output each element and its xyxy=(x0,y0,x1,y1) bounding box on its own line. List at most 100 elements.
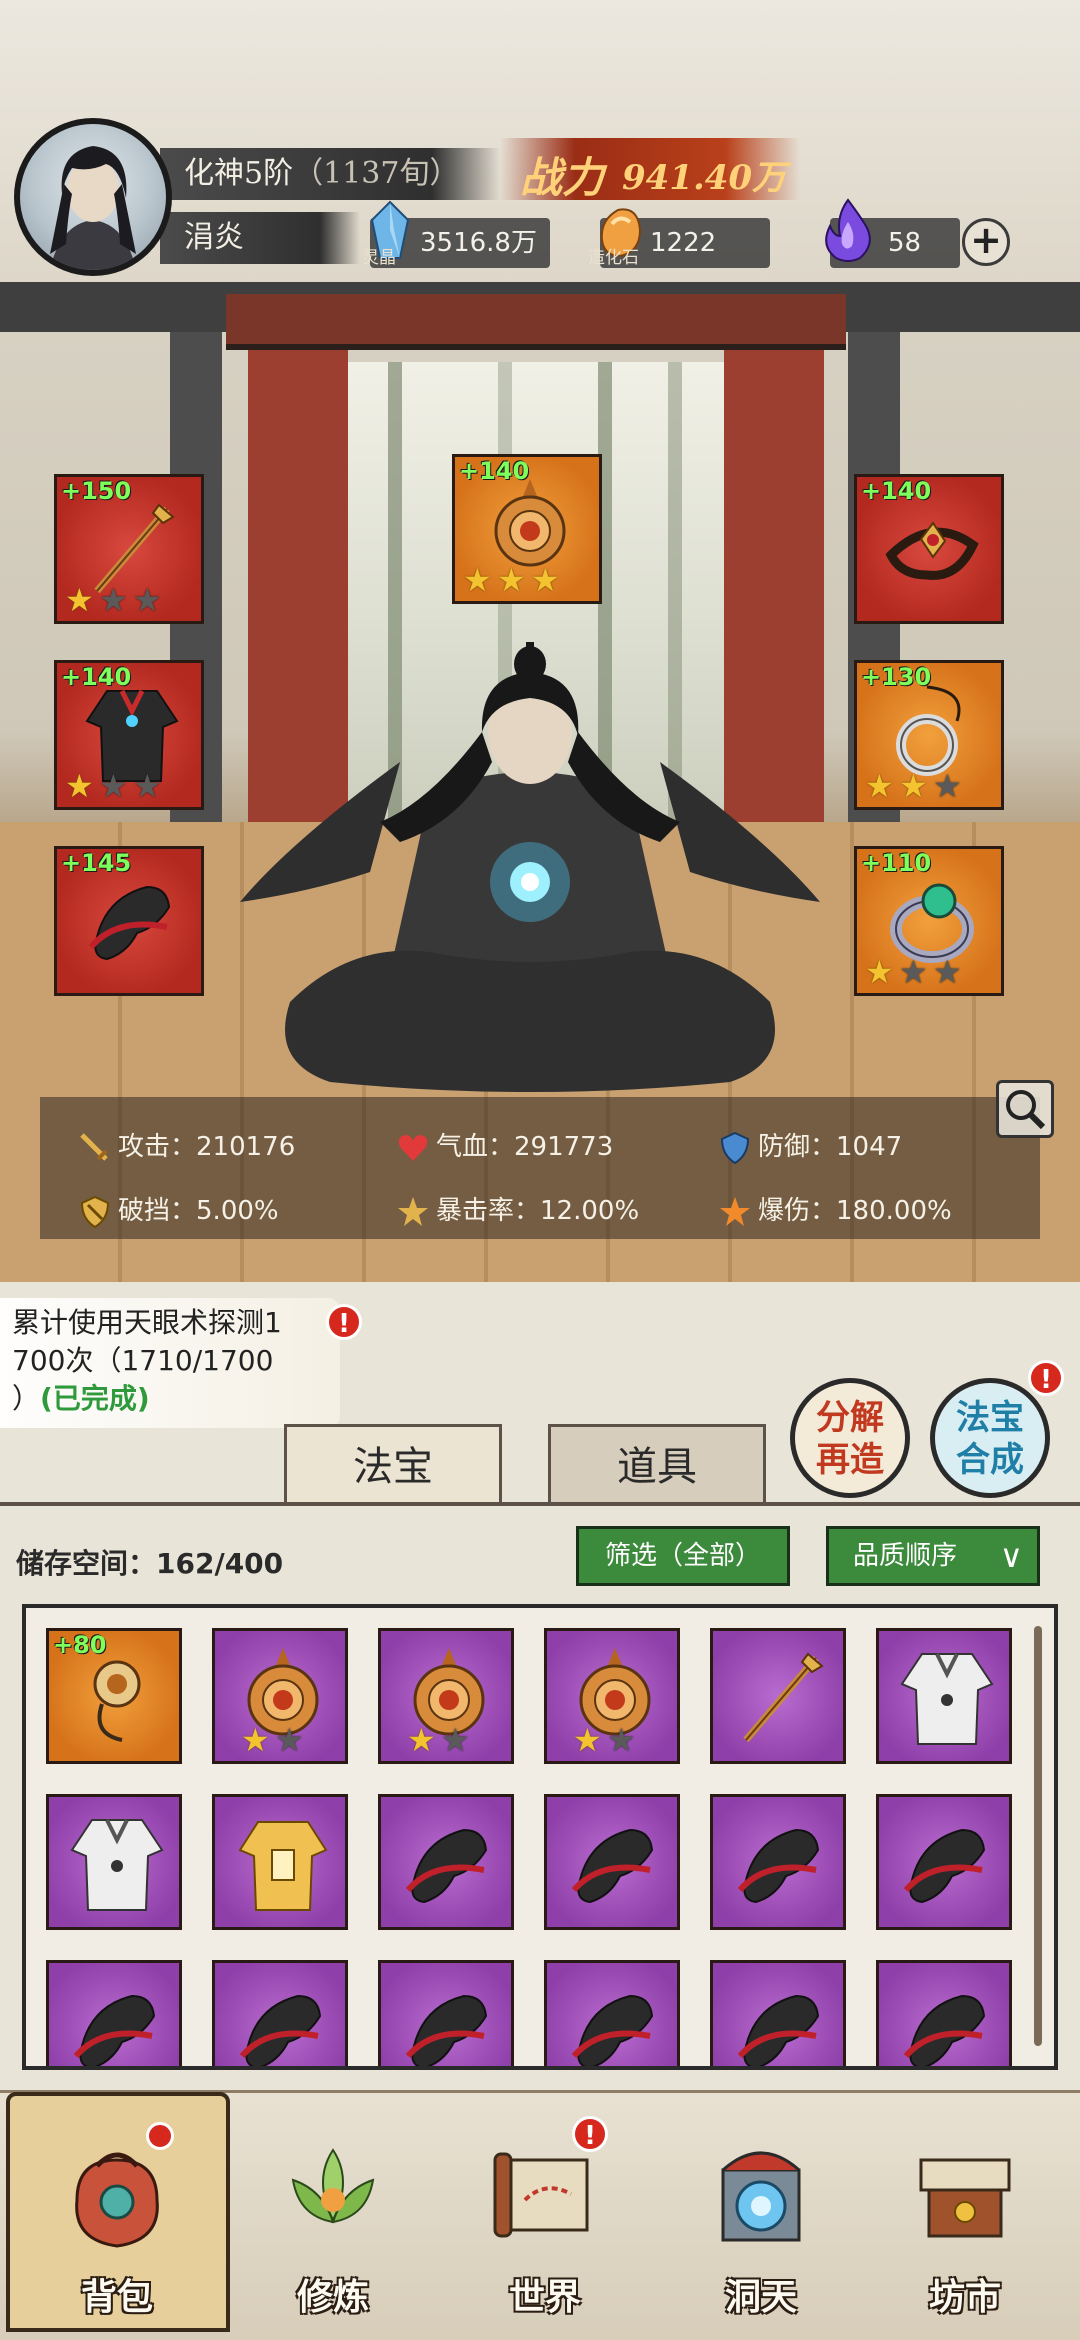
resource-zaohuashi: 1222 造化石 xyxy=(588,208,770,268)
nav-badge-alert: ! xyxy=(572,2116,608,2152)
equip-slot-weapon[interactable]: +150 ★ ★ ★ xyxy=(54,474,204,624)
inspect-button[interactable] xyxy=(996,1080,1054,1138)
stat-attack: 攻击：210176 xyxy=(78,1126,295,1165)
task-status: (已完成) xyxy=(40,1382,150,1415)
nav-badge-dot xyxy=(146,2122,174,2150)
star-rating: ★ ★ ★ xyxy=(65,767,162,805)
magnifier-icon xyxy=(1006,1090,1046,1130)
resource-value: 58 xyxy=(888,228,922,258)
market-icon xyxy=(919,2158,1011,2238)
stat-break: 破挡：5.00% xyxy=(78,1190,279,1229)
break-icon xyxy=(80,1195,110,1228)
meditating-cultivator[interactable] xyxy=(230,642,830,1102)
inventory-item[interactable] xyxy=(876,1960,1012,2066)
task-tracker[interactable]: 累计使用天眼术探测1 700次（1710/1700 ）(已完成) xyxy=(0,1298,340,1428)
inventory-item[interactable]: ★ ★ xyxy=(212,1628,348,1764)
star-rating: ★ ★ xyxy=(407,1721,470,1759)
equip-bonus: +140 xyxy=(861,477,932,505)
age-text: （1137旬） xyxy=(293,156,460,191)
decompose-button[interactable]: 分解 再造 xyxy=(790,1378,910,1498)
inventory-grid: +80 ★ ★ ★ ★ ★ ★ xyxy=(22,1604,1058,2070)
spirit-flame-icon xyxy=(825,198,871,262)
boots-icon xyxy=(903,1994,986,2066)
inventory-item[interactable]: ★ ★ xyxy=(544,1628,680,1764)
sword-icon xyxy=(80,1132,108,1161)
sort-dropdown[interactable]: 品质顺序 ∨ xyxy=(826,1526,1040,1586)
stat-hp: 气血：291773 xyxy=(396,1126,613,1165)
boots-icon xyxy=(88,885,171,961)
chevron-down-icon: ∨ xyxy=(999,1537,1023,1575)
boots-icon xyxy=(571,1994,654,2066)
inventory-item[interactable] xyxy=(46,1794,182,1930)
boots-icon xyxy=(73,1994,156,2066)
avatar-portrait-icon xyxy=(50,146,136,270)
equip-bonus: +140 xyxy=(61,663,132,691)
boots-icon xyxy=(239,1994,322,2066)
realm-text: 化神5阶 xyxy=(184,156,294,191)
storage-capacity: 储存空间：162/400 xyxy=(16,1547,284,1580)
nav-grotto[interactable]: 洞天 xyxy=(686,2100,836,2330)
nav-bag[interactable]: 背包 xyxy=(42,2100,192,2330)
inventory-item[interactable] xyxy=(544,1794,680,1930)
inventory-item[interactable]: +80 xyxy=(46,1628,182,1764)
inventory-item[interactable] xyxy=(710,1960,846,2066)
power-label: 战力 xyxy=(520,153,605,202)
inventory-item[interactable]: ★ ★ xyxy=(378,1628,514,1764)
headband-icon xyxy=(885,521,979,580)
nav-label: 背包 xyxy=(80,2276,153,2318)
equip-slot-pendant[interactable]: +130 ★ ★ ★ xyxy=(854,660,1004,810)
stat-crit-rate: 暴击率：12.00% xyxy=(396,1190,639,1229)
inventory-item[interactable] xyxy=(876,1794,1012,1930)
equip-bonus: +150 xyxy=(61,477,132,505)
stat-crit-damage: 爆伤：180.00% xyxy=(718,1190,952,1229)
filter-dropdown[interactable]: 筛选（全部） xyxy=(576,1526,790,1586)
equip-slot-boots[interactable]: +145 xyxy=(54,846,204,996)
inventory-item[interactable] xyxy=(212,1794,348,1930)
nav-cultivate[interactable]: 修炼 xyxy=(258,2100,408,2330)
equip-slot-treasure[interactable]: +140 ★ ★ ★ xyxy=(452,454,602,604)
lotus-icon xyxy=(291,2148,375,2224)
resource-spirit: 58 xyxy=(825,198,960,268)
boots-icon xyxy=(571,1828,654,1904)
player-name: 涓炎 xyxy=(160,212,360,264)
inventory-item[interactable] xyxy=(710,1628,846,1764)
task-alert-badge: ! xyxy=(326,1304,362,1340)
stat-defense: 防御：1047 xyxy=(718,1126,902,1165)
nav-label: 世界 xyxy=(508,2276,581,2318)
resource-lingjing: 3516.8万 灵晶 xyxy=(362,200,550,268)
door-lintel xyxy=(226,294,846,350)
equip-bonus: +145 xyxy=(61,849,132,877)
inventory-item[interactable] xyxy=(378,1960,514,2066)
tab-items[interactable]: 道具 xyxy=(548,1424,766,1506)
gold-armor-icon xyxy=(238,1821,328,1911)
power-value: 941.40万 xyxy=(622,158,787,198)
shield-icon xyxy=(720,1131,750,1164)
equip-bonus: +130 xyxy=(861,663,932,691)
inventory-item[interactable] xyxy=(544,1960,680,2066)
player-avatar[interactable] xyxy=(14,118,172,276)
crit-damage-icon xyxy=(720,1196,750,1226)
resource-caption: 灵晶 xyxy=(362,248,396,268)
nav-market[interactable]: 坊市 xyxy=(890,2100,1040,2330)
synthesize-button[interactable]: 法宝 合成 xyxy=(930,1378,1050,1498)
inventory-item[interactable] xyxy=(212,1960,348,2066)
inventory-item[interactable] xyxy=(876,1628,1012,1764)
star-rating: ★ ★ ★ xyxy=(865,953,962,991)
staff-icon xyxy=(743,1652,824,1743)
item-bonus: +80 xyxy=(53,1631,107,1659)
tab-treasure[interactable]: 法宝 xyxy=(284,1424,502,1506)
add-resource-button[interactable]: + xyxy=(962,218,1010,266)
portal-icon xyxy=(721,2151,801,2242)
inventory-item[interactable] xyxy=(378,1794,514,1930)
inventory-item[interactable] xyxy=(710,1794,846,1930)
nav-world[interactable]: ! 世界 xyxy=(470,2100,620,2330)
star-rating: ★ ★ ★ xyxy=(65,581,162,619)
equip-slot-armor[interactable]: +140 ★ ★ ★ xyxy=(54,660,204,810)
amulet-icon xyxy=(93,1660,141,1742)
equip-bonus: +140 xyxy=(459,457,530,485)
equip-slot-ring[interactable]: +110 ★ ★ ★ xyxy=(854,846,1004,996)
resource-value: 1222 xyxy=(650,228,717,258)
equip-slot-headband[interactable]: +140 xyxy=(854,474,1004,624)
inventory-scrollbar[interactable] xyxy=(1034,1626,1042,2046)
inventory-item[interactable] xyxy=(46,1960,182,2066)
